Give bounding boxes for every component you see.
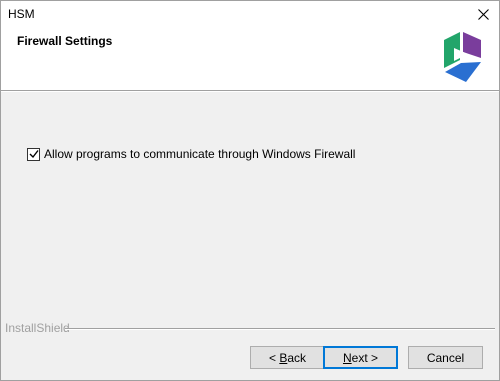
back-button[interactable]: < Back <box>250 346 325 369</box>
checkmark-icon <box>29 150 39 159</box>
cancel-label: Cancel <box>426 350 465 365</box>
back-label-prefix: < <box>268 350 280 365</box>
footer-brand: InstallShield <box>1 321 499 335</box>
page-title: Firewall Settings <box>17 34 113 48</box>
installer-window: HSM Firewall Settings Allow programs to … <box>0 0 500 381</box>
next-label-rest: ext > <box>351 350 379 365</box>
next-label-mnemonic: N <box>342 350 352 365</box>
next-button[interactable]: Next > <box>323 346 398 369</box>
header-divider <box>1 90 499 92</box>
back-label-rest: ack <box>287 350 307 365</box>
cancel-button[interactable]: Cancel <box>408 346 483 369</box>
app-logo <box>444 32 481 82</box>
allow-firewall-label[interactable]: Allow programs to communicate through Wi… <box>44 147 355 161</box>
close-icon <box>477 8 489 20</box>
firewall-option[interactable]: Allow programs to communicate through Wi… <box>27 147 355 161</box>
allow-firewall-checkbox[interactable] <box>27 147 40 161</box>
window-title: HSM <box>8 7 35 21</box>
title-bar: HSM <box>1 1 499 27</box>
close-button[interactable] <box>467 1 499 27</box>
dialog-header: Firewall Settings <box>1 27 499 90</box>
installshield-label: InstallShield <box>5 321 70 335</box>
footer-divider <box>65 328 495 330</box>
back-label-mnemonic: B <box>279 350 288 365</box>
